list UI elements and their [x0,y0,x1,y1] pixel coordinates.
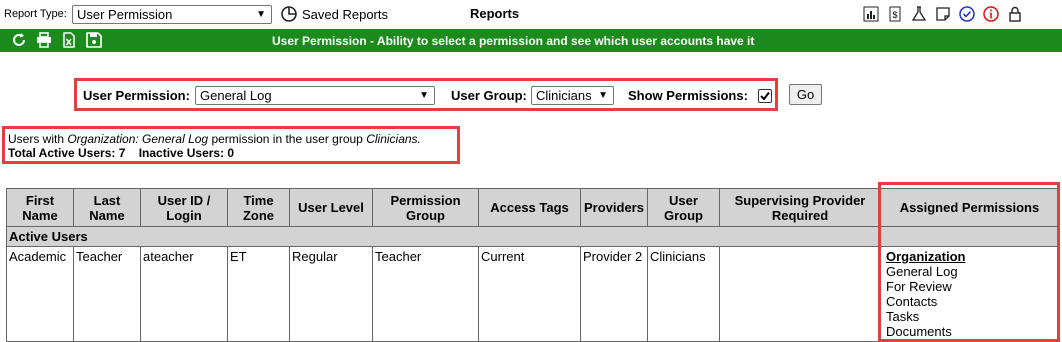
permission-item: For Review [886,279,952,294]
column-header[interactable]: Last Name [73,188,141,227]
active-users-group-label: Active Users [6,226,1059,247]
user-group-select[interactable]: Clinicians ▼ [531,86,614,105]
top-toolbar: Report Type: User Permission ▼ Saved Rep… [0,0,1062,29]
cell-supervising [719,246,881,342]
print-icon[interactable] [36,32,52,48]
results-summary: Users with Organization: General Log per… [2,126,460,164]
column-header[interactable]: First Name [6,188,74,227]
table-header-row: First Name Last Name User ID / Login Tim… [6,188,1059,227]
cell-user-level: Regular [289,246,373,342]
table-row: Academic Teacher ateacher ET Regular Tea… [6,246,1059,342]
chevron-down-icon: ▼ [256,9,266,20]
excel-icon[interactable] [61,32,77,48]
cell-permission-group: Teacher [372,246,479,342]
permission-item: General Log [886,264,958,279]
chevron-down-icon: ▼ [419,90,429,101]
user-permission-value: General Log [200,88,272,103]
user-permission-select[interactable]: General Log ▼ [195,86,435,105]
cell-user-id: ateacher [140,246,228,342]
svg-text:$: $ [892,10,897,20]
column-header[interactable]: User ID / Login [140,188,228,227]
show-permissions-label: Show Permissions: [628,88,748,103]
save-icon[interactable] [86,32,102,48]
permission-item: Contacts [886,294,938,309]
column-header[interactable]: Assigned Permissions [880,188,1059,227]
chart-icon[interactable] [862,5,880,23]
cell-assigned-permissions: Organization General Log For Review Cont… [880,246,1059,342]
cell-last-name: Teacher [73,246,141,342]
column-header[interactable]: Supervising Provider Required [719,188,881,227]
column-header[interactable]: Permission Group [372,188,479,227]
cell-providers: Provider 2 [580,246,648,342]
show-permissions-checkbox[interactable] [758,89,772,103]
users-table: First Name Last Name User ID / Login Tim… [6,188,1059,342]
permission-item: Tasks [886,309,920,324]
check-circle-icon[interactable] [958,5,976,23]
report-type-label: Report Type: [4,8,67,20]
column-header[interactable]: User Group [647,188,720,227]
cell-user-group: Clinicians [647,246,720,342]
top-icons: $ [862,5,1024,23]
group-row: Active Users [6,226,1059,247]
header-action-icons [11,32,102,48]
report-header-title: User Permission - Ability to select a pe… [272,34,755,48]
user-permission-label: User Permission: [83,88,190,103]
cell-time-zone: ET [227,246,290,342]
column-header[interactable]: Time Zone [227,188,290,227]
report-type-value: User Permission [77,7,173,22]
total-active-users: Total Active Users: 7 [8,146,126,160]
user-group-label: User Group: [451,88,527,103]
cell-access-tags: Current [478,246,581,342]
checkmark-icon [760,91,770,101]
saved-reports-link[interactable]: Saved Reports [280,5,388,23]
permissions-heading: Organization [886,249,966,264]
column-header[interactable]: Access Tags [478,188,581,227]
note-icon[interactable] [934,5,952,23]
summary-line: Users with Organization: General Log per… [8,132,421,146]
flask-icon[interactable] [910,5,928,23]
lock-icon[interactable] [1006,5,1024,23]
saved-reports-label: Saved Reports [302,6,388,22]
refresh-icon[interactable] [11,32,27,48]
column-header[interactable]: Providers [580,188,648,227]
summary-counts: Total Active Users: 7 Inactive Users: 0 [8,146,454,160]
summary-permission: Organization: General Log [67,132,209,146]
report-type-select[interactable]: User Permission ▼ [72,5,272,24]
filter-panel: User Permission: General Log ▼ User Grou… [74,78,778,111]
report-header-bar: User Permission - Ability to select a pe… [0,29,1062,52]
reports-title: Reports [470,6,520,21]
inactive-users: Inactive Users: 0 [138,146,235,160]
cell-first-name: Academic [6,246,74,342]
receipt-icon[interactable]: $ [886,5,904,23]
pie-chart-icon [281,6,297,22]
info-icon[interactable] [982,5,1000,23]
column-header[interactable]: User Level [289,188,373,227]
chevron-down-icon: ▼ [598,90,608,101]
summary-group: Clinicians. [366,132,421,146]
user-group-value: Clinicians [536,88,592,103]
go-button[interactable]: Go [789,84,822,105]
permission-item: Documents [886,324,952,339]
